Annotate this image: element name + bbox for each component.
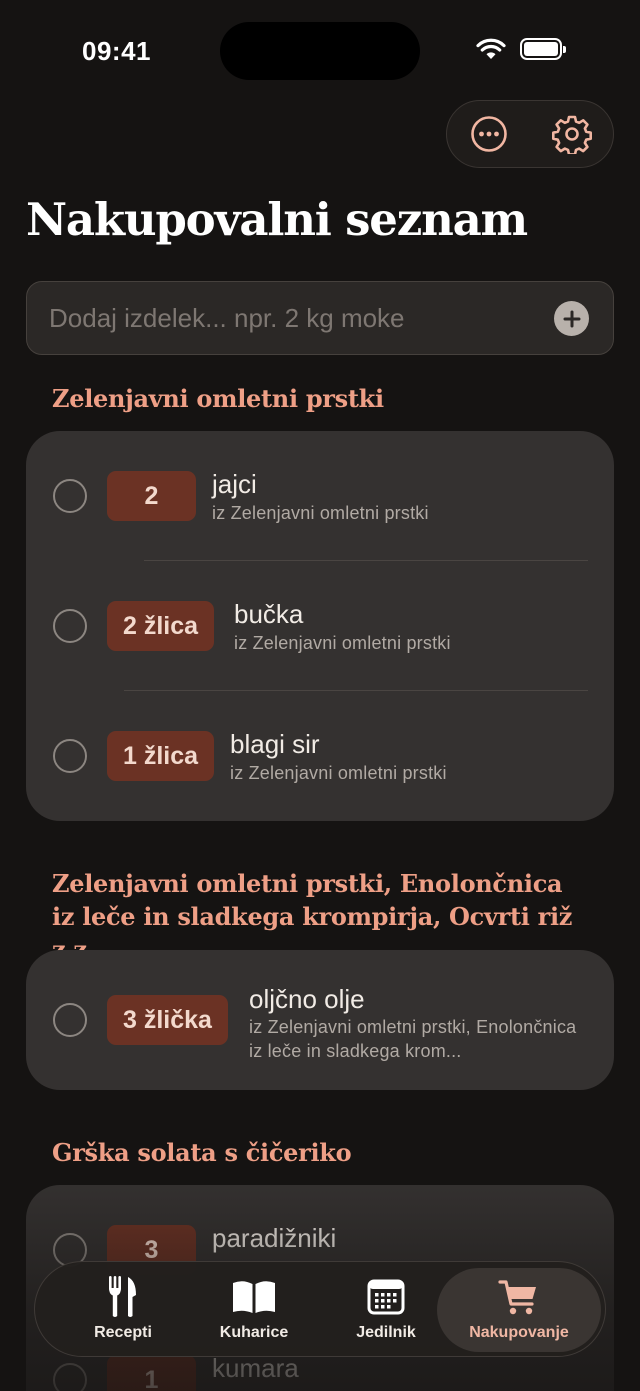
item-name: jajci — [212, 469, 257, 499]
quantity-badge: 2 žlica — [107, 601, 215, 651]
item-name: bučka — [234, 599, 304, 629]
tab-bar: Recepti Kuharice Jedilnik Nakupovanje — [34, 1261, 606, 1357]
section-title: Grška solata s čičeriko — [52, 1138, 352, 1167]
item-checkbox[interactable] — [53, 1003, 87, 1037]
item-name: blagi sir — [230, 729, 320, 759]
fork-knife-icon — [109, 1276, 136, 1317]
item-checkbox[interactable] — [53, 479, 87, 513]
tab-kuharice[interactable]: Kuharice — [193, 1268, 315, 1352]
add-item-field — [26, 281, 614, 355]
status-time: 09:41 — [82, 36, 151, 66]
calendar-icon — [367, 1279, 405, 1315]
section-title: Zelenjavni omletni prstki — [52, 384, 384, 413]
item-checkbox[interactable] — [53, 609, 87, 643]
status-icons — [476, 38, 566, 60]
tab-recepti[interactable]: Recepti — [59, 1268, 187, 1352]
item-source: iz Zelenjavni omletni prstki — [234, 633, 451, 653]
open-book-icon — [233, 1281, 275, 1313]
more-button[interactable] — [463, 108, 515, 160]
plus-circle-icon — [563, 310, 580, 327]
item-name: oljčno olje — [249, 984, 365, 1014]
status-bar: 09:41 — [0, 0, 640, 100]
gear-icon — [551, 115, 592, 154]
item-name: kumara — [212, 1353, 299, 1383]
list-item[interactable]: 1 žlica blagi sir iz Zelenjavni omletni … — [26, 691, 614, 821]
item-source: iz Zelenjavni omletni prstki — [230, 763, 447, 783]
quantity-badge: 1 — [107, 1355, 196, 1391]
item-checkbox[interactable] — [53, 739, 87, 773]
list-item[interactable]: 3 žlička oljčno olje iz Zelenjavni omlet… — [26, 950, 614, 1090]
item-name: paradižniki — [212, 1223, 337, 1253]
list-item[interactable]: 2 žlica bučka iz Zelenjavni omletni prst… — [26, 561, 614, 691]
quantity-badge: 2 — [107, 471, 196, 521]
tab-jedilnik[interactable]: Jedilnik — [325, 1268, 447, 1352]
tab-label: Jedilnik — [356, 1324, 416, 1341]
wifi-icon — [476, 38, 506, 59]
tab-label: Kuharice — [219, 1324, 289, 1341]
quantity-badge: 1 žlica — [107, 731, 215, 781]
tab-nakupovanje[interactable]: Nakupovanje — [437, 1268, 601, 1352]
top-toolbar — [446, 100, 614, 168]
item-source: iz Zelenjavni omletni prstki, Enolončnic… — [249, 1017, 577, 1061]
tab-label: Nakupovanje — [469, 1324, 569, 1341]
section-card: 2 jajci iz Zelenjavni omletni prstki 2 ž… — [26, 431, 614, 821]
item-checkbox[interactable] — [53, 1363, 87, 1391]
dynamic-island — [220, 22, 420, 80]
section-card: 3 žlička oljčno olje iz Zelenjavni omlet… — [26, 950, 614, 1090]
list-item[interactable]: 2 jajci iz Zelenjavni omletni prstki — [26, 431, 614, 561]
add-item-button[interactable] — [554, 301, 589, 336]
item-source: iz Zelenjavni omletni prstki — [212, 503, 429, 523]
quantity-badge: 3 žlička — [107, 995, 228, 1045]
settings-button[interactable] — [546, 108, 598, 160]
shopping-cart-icon — [498, 1280, 536, 1315]
page-title: Nakupovalni seznam — [26, 193, 528, 246]
add-item-input[interactable] — [49, 282, 549, 354]
ellipsis-circle-icon — [470, 116, 507, 152]
battery-icon — [520, 38, 566, 60]
tab-label: Recepti — [94, 1324, 152, 1341]
